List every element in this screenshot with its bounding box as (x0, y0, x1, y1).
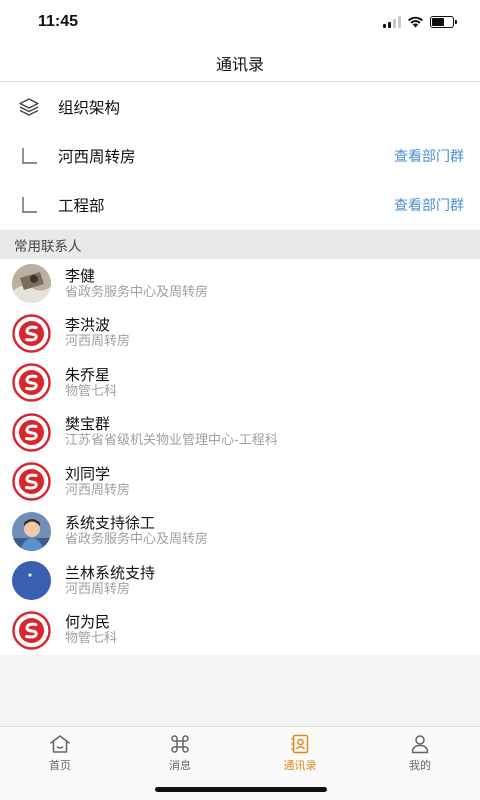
tab-label: 我的 (409, 759, 431, 772)
avatar (12, 264, 51, 304)
contact-name: 朱乔星 (65, 365, 111, 384)
org-item-hexi-housing[interactable]: 河西周转房 查看部门群 (0, 131, 480, 180)
contact-row[interactable]: 樊宝群 江苏省省级机关物业管理中心-工程科 (0, 408, 480, 458)
contact-name: 刘同学 (65, 464, 111, 483)
contact-name: 何为民 (65, 613, 111, 632)
battery-icon (430, 16, 457, 28)
avatar (12, 561, 51, 601)
contact-department: 物管七科 (65, 631, 118, 647)
contacts-book-icon (288, 733, 312, 755)
tab-label: 消息 (169, 759, 191, 772)
tab-profile[interactable]: 我的 (360, 727, 480, 800)
contact-department: 河西周转房 (65, 581, 131, 597)
status-icons (383, 16, 457, 28)
contacts-list: 李健 省政务服务中心及周转房 李洪波 河西周转房 朱乔星 物管七科 樊宝群 江苏… (0, 259, 480, 655)
empty-area (0, 655, 480, 726)
status-time: 11:45 (38, 13, 79, 30)
frequent-contacts-header: 常用联系人 (0, 230, 480, 259)
home-indicator[interactable] (155, 787, 327, 792)
contact-row[interactable]: 李健 省政务服务中心及周转房 (0, 259, 480, 309)
contact-department: 江苏省省级机关物业管理中心-工程科 (65, 433, 278, 449)
view-department-group-link[interactable]: 查看部门群 (394, 195, 464, 215)
avatar (12, 611, 51, 650)
page-title: 通讯录 (215, 54, 264, 74)
contact-department: 河西周转房 (65, 334, 131, 350)
wifi-icon (408, 16, 423, 28)
contact-department: 物管七科 (65, 383, 118, 399)
contact-name: 李健 (65, 266, 96, 285)
contact-row[interactable]: 朱乔星 物管七科 (0, 358, 480, 408)
branch-corner-icon (16, 143, 42, 169)
home-icon (48, 733, 72, 755)
navigation-bar: 通讯录 (0, 44, 480, 82)
cellular-signal-icon (383, 16, 401, 28)
view-department-group-link[interactable]: 查看部门群 (394, 146, 464, 166)
layers-icon (16, 94, 42, 120)
tab-label: 通讯录 (283, 759, 317, 772)
org-item-label: 工程部 (58, 196, 105, 215)
avatar (12, 314, 51, 353)
contact-department: 省政务服务中心及周转房 (65, 532, 209, 548)
org-structure-list: 组织架构 河西周转房 查看部门群 工程部 查看部门群 (0, 82, 480, 229)
contact-name: 兰林系统支持 (65, 563, 156, 582)
contact-row[interactable]: 刘同学 河西周转房 (0, 457, 480, 507)
org-item-label: 河西周转房 (58, 147, 136, 166)
contact-department: 省政务服务中心及周转房 (65, 284, 209, 300)
org-item-structure[interactable]: 组织架构 (0, 82, 480, 131)
contact-name: 系统支持徐工 (65, 514, 156, 533)
person-icon (408, 733, 432, 755)
tab-label: 首页 (49, 759, 71, 772)
org-item-label: 组织架构 (58, 98, 121, 117)
avatar (12, 413, 51, 452)
contact-row[interactable]: 系统支持徐工 省政务服务中心及周转房 (0, 507, 480, 557)
contact-department: 河西周转房 (65, 482, 131, 498)
contact-row[interactable]: 李洪波 河西周转房 (0, 309, 480, 359)
avatar (12, 511, 51, 551)
status-bar: 11:45 (0, 0, 480, 44)
contact-row[interactable]: 兰林系统支持 河西周转房 (0, 556, 480, 606)
contact-name: 樊宝群 (65, 415, 111, 434)
branch-corner-icon (16, 192, 42, 218)
command-icon (168, 733, 192, 755)
tab-home[interactable]: 首页 (0, 727, 120, 800)
org-item-engineering[interactable]: 工程部 查看部门群 (0, 180, 480, 229)
avatar (12, 363, 51, 402)
contact-row[interactable]: 何为民 物管七科 (0, 606, 480, 656)
contact-name: 李洪波 (65, 316, 111, 335)
avatar (12, 462, 51, 501)
